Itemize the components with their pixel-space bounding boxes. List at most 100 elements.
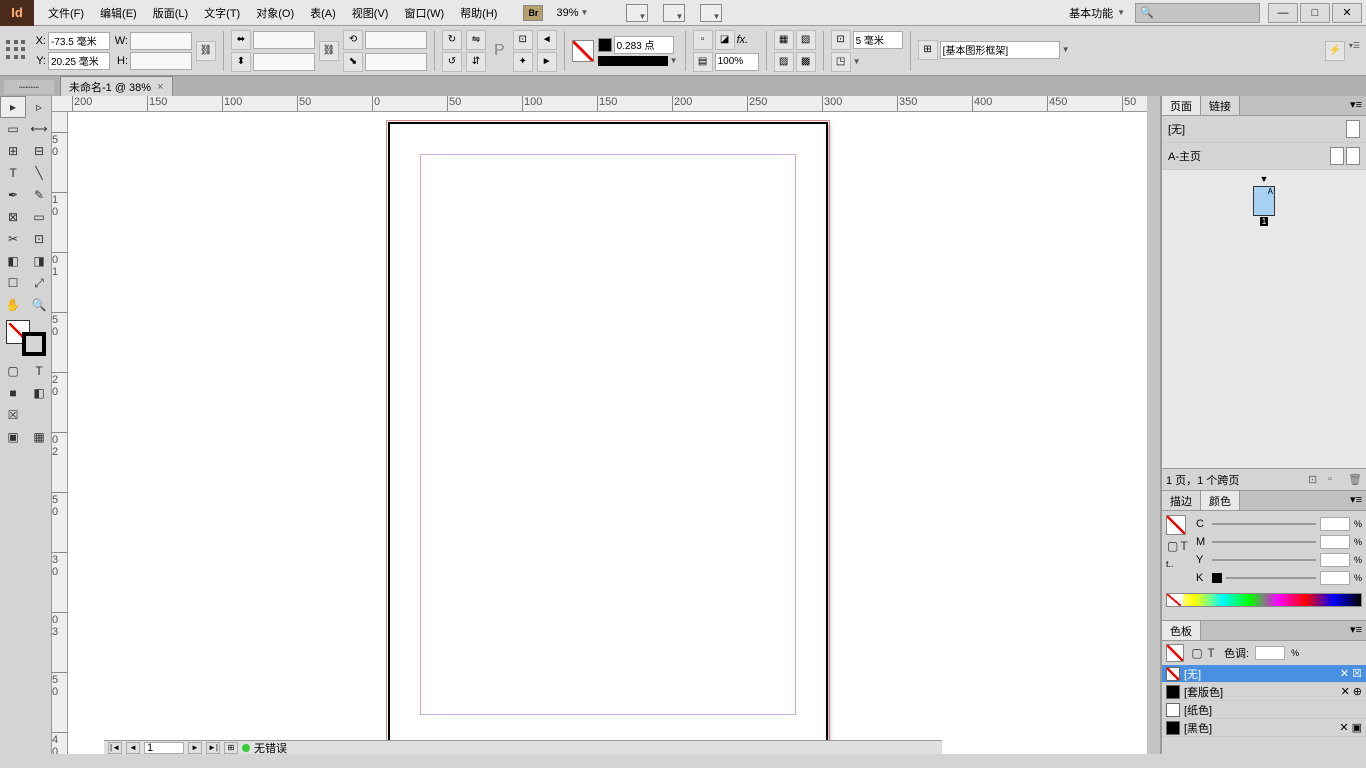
rectangle-tool[interactable]: ▭ [26, 206, 52, 228]
menu-type[interactable]: 文字(T) [198, 1, 246, 25]
document-canvas[interactable] [68, 112, 1147, 754]
fx-menu-icon[interactable]: fx. [737, 34, 749, 46]
stroke-style-dropdown[interactable] [598, 56, 668, 66]
formatting-text-icon[interactable]: T [26, 360, 52, 382]
content-collector-tool[interactable]: ⊞ [0, 140, 26, 162]
stroke-swatch[interactable] [598, 38, 612, 52]
swatch-fill-proxy[interactable] [1166, 644, 1184, 662]
page-number-input[interactable] [144, 742, 184, 754]
menu-object[interactable]: 对象(O) [250, 1, 300, 25]
first-page-button[interactable]: |◄ [108, 742, 122, 754]
apply-gradient-icon[interactable]: ◧ [26, 382, 52, 404]
menu-help[interactable]: 帮助(H) [454, 1, 503, 25]
pages-panel-tab[interactable]: 页面 [1162, 96, 1201, 115]
gradient-swatch-tool[interactable]: ◧ [0, 250, 26, 272]
flip-v-icon[interactable]: ⇵ [466, 52, 486, 72]
preview-view-icon[interactable]: ▦ [26, 426, 52, 448]
help-search-input[interactable]: 🔍 [1135, 3, 1260, 23]
apply-none-icon[interactable]: ☒ [0, 404, 26, 426]
window-minimize-button[interactable]: — [1268, 3, 1298, 23]
corner-icon[interactable]: ◳ [831, 52, 851, 72]
swatches-panel-menu-icon[interactable]: ▾≡ [1346, 621, 1366, 640]
menu-window[interactable]: 窗口(W) [398, 1, 450, 25]
preflight-status-icon[interactable] [242, 744, 250, 752]
menu-file[interactable]: 文件(F) [42, 1, 90, 25]
select-content-icon[interactable]: ✦ [513, 52, 533, 72]
w-input[interactable] [130, 32, 192, 50]
workspace-switcher[interactable]: 基本功能 ▼ [1065, 3, 1129, 23]
fill-stroke-proxy[interactable] [6, 320, 46, 356]
rectangle-frame-tool[interactable]: ⊠ [0, 206, 26, 228]
fx-icon[interactable]: ▫ [693, 30, 713, 50]
color-text-icon[interactable]: T [1179, 539, 1188, 553]
formatting-container-icon[interactable]: ▢ [0, 360, 26, 382]
object-style-dropdown[interactable]: [基本图形框架] [940, 41, 1060, 59]
zoom-dropdown[interactable]: 39% ▼ [553, 5, 591, 21]
tab-close-icon[interactable]: × [157, 81, 163, 93]
drop-shadow-icon[interactable]: ◪ [715, 30, 735, 50]
window-maximize-button[interactable]: □ [1300, 3, 1330, 23]
magenta-input[interactable] [1320, 535, 1350, 549]
black-slider[interactable] [1226, 577, 1316, 579]
type-tool[interactable]: T [0, 162, 26, 184]
y-input[interactable] [48, 52, 110, 70]
scissors-tool[interactable]: ✂ [0, 228, 26, 250]
x-input[interactable] [48, 32, 110, 50]
constrain-scale-icon[interactable]: ⛓ [319, 41, 339, 61]
select-next-icon[interactable]: ► [537, 52, 557, 72]
h-input[interactable] [130, 52, 192, 70]
color-spectrum[interactable] [1166, 593, 1362, 607]
swatches-panel-tab[interactable]: 色板 [1162, 621, 1201, 640]
yellow-slider[interactable] [1212, 559, 1316, 561]
screen-mode-button[interactable]: ▼ [663, 4, 685, 22]
window-close-button[interactable]: ✕ [1332, 3, 1362, 23]
rotate-ccw-icon[interactable]: ↺ [442, 52, 462, 72]
gap-tool[interactable]: ⟷ [26, 118, 52, 140]
document-tab[interactable]: 未命名-1 @ 38% × [60, 76, 173, 96]
horizontal-ruler[interactable]: 2001501005005010015020025030035040045050 [52, 96, 1147, 112]
color-container-icon[interactable]: ▢ [1166, 539, 1179, 553]
control-menu-icon[interactable]: ▾☰ [1349, 41, 1360, 61]
gradient-feather-tool[interactable]: ◨ [26, 250, 52, 272]
color-panel-tab[interactable]: 颜色 [1201, 491, 1240, 510]
vertical-ruler[interactable]: 50100150200250300350400 [52, 112, 68, 754]
content-placer-tool[interactable]: ⊟ [26, 140, 52, 162]
select-container-icon[interactable]: ⊡ [513, 30, 533, 50]
menu-table[interactable]: 表(A) [304, 1, 342, 25]
reference-point-grid[interactable] [6, 40, 28, 62]
prev-page-button[interactable]: ◄ [126, 742, 140, 754]
free-transform-tool[interactable]: ⊡ [26, 228, 52, 250]
direct-selection-tool[interactable]: ▹ [26, 96, 52, 118]
eyedropper-tool[interactable]: ⤢ [26, 272, 52, 294]
panel-menu-icon[interactable]: ▾≡ [1346, 96, 1366, 115]
wrap-bbox-icon[interactable]: ▧ [796, 30, 816, 50]
delete-page-icon[interactable]: 🗑 [1348, 473, 1362, 487]
links-panel-tab[interactable]: 链接 [1201, 96, 1240, 115]
cyan-input[interactable] [1320, 517, 1350, 531]
yellow-input[interactable] [1320, 553, 1350, 567]
menu-edit[interactable]: 编辑(E) [94, 1, 143, 25]
last-page-button[interactable]: ►| [206, 742, 220, 754]
rotate-input[interactable] [365, 31, 427, 49]
menu-view[interactable]: 视图(V) [346, 1, 395, 25]
pen-tool[interactable]: ✒ [0, 184, 26, 206]
wrap-none-icon[interactable]: ▦ [774, 30, 794, 50]
arrange-docs-button[interactable]: ▼ [700, 4, 722, 22]
swatch-text-icon[interactable]: T [1204, 646, 1218, 660]
color-fill-proxy[interactable] [1166, 515, 1186, 535]
edit-page-size-icon[interactable]: ⊡ [1308, 473, 1322, 487]
black-input[interactable] [1320, 571, 1350, 585]
color-panel-menu-icon[interactable]: ▾≡ [1346, 491, 1366, 510]
panel-collapse-strip[interactable] [1147, 96, 1161, 754]
menu-layout[interactable]: 版面(L) [147, 1, 194, 25]
pencil-tool[interactable]: ✎ [26, 184, 52, 206]
page-tool[interactable]: ▭ [0, 118, 26, 140]
master-none-row[interactable]: [无] [1162, 116, 1366, 143]
select-prev-icon[interactable]: ◄ [537, 30, 557, 50]
wrap-shape-icon[interactable]: ▨ [774, 52, 794, 72]
view-options-button[interactable]: ▼ [626, 4, 648, 22]
fill-swatch[interactable] [572, 40, 594, 62]
wrap-jump-icon[interactable]: ▩ [796, 52, 816, 72]
constrain-icon[interactable]: ⛓ [196, 41, 216, 61]
new-page-icon[interactable]: ▫ [1328, 473, 1342, 487]
